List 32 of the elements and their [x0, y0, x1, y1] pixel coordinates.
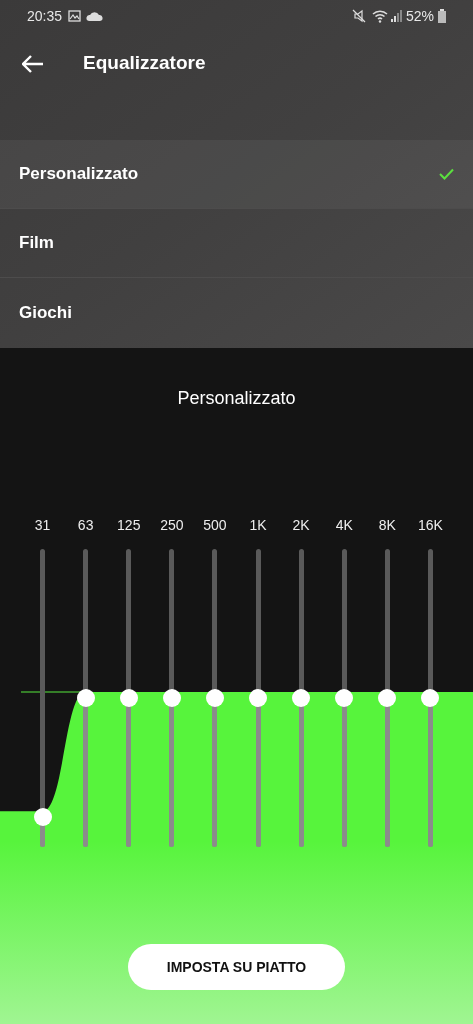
screen-title: Equalizzatore — [83, 51, 206, 76]
band-label: 8K — [378, 517, 396, 534]
slider-thumb[interactable] — [76, 689, 95, 707]
check-icon — [439, 168, 454, 180]
band-label: 250 — [160, 517, 184, 534]
slider-thumb[interactable] — [292, 689, 311, 707]
flat-button[interactable]: IMPOSTA SU PIATTO — [128, 944, 345, 990]
band-label: 16K — [417, 517, 443, 534]
wifi-icon — [371, 9, 388, 23]
mute-icon — [351, 9, 366, 23]
band-label: 31 — [34, 517, 51, 534]
image-icon — [68, 10, 82, 22]
cloud-icon — [86, 11, 104, 21]
band-label: 500 — [203, 517, 227, 534]
slider-thumb[interactable] — [335, 689, 354, 707]
band-label: 1K — [249, 517, 267, 534]
signal-icon — [390, 10, 403, 22]
band-label: 125 — [117, 517, 141, 534]
battery-icon — [438, 9, 446, 23]
slider-thumb[interactable] — [249, 689, 268, 707]
preset-item[interactable]: Film — [0, 209, 473, 278]
status-time: 20:35 — [27, 6, 63, 26]
band-label: 4K — [335, 517, 353, 534]
back-arrow-icon — [22, 54, 44, 73]
band-label: 2K — [292, 517, 310, 534]
band-label: 63 — [77, 517, 94, 534]
slider-thumb[interactable] — [378, 689, 397, 707]
slider-thumb[interactable] — [421, 689, 440, 707]
battery-percentage: 52% — [405, 6, 434, 26]
preset-item[interactable]: Personalizzato — [0, 140, 473, 209]
preset-item[interactable]: Giochi — [0, 278, 473, 347]
preset-name: Personalizzato — [177, 387, 296, 410]
